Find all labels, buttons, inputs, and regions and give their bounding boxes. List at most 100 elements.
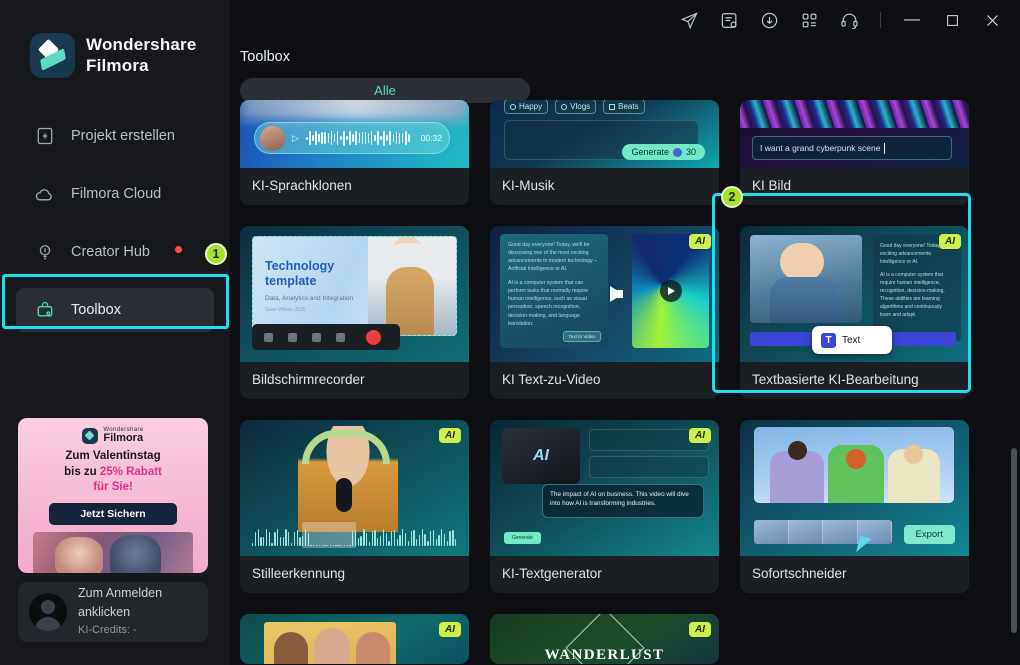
generated-video-preview [632, 234, 709, 348]
card-title: KI-Sprachklonen [252, 178, 352, 193]
card-bildschirmrecorder[interactable]: Technology template Data, Analytics and I… [240, 226, 469, 399]
play-icon: ▷ [292, 132, 299, 143]
ai-badge-icon: AI [689, 428, 711, 443]
card-sofortschneider[interactable]: Export Sofortschneider [740, 420, 969, 593]
maximize-button[interactable] [932, 4, 972, 36]
card-title: KI Bild [752, 178, 792, 193]
chip-vlogs[interactable]: Vlogs [555, 100, 597, 114]
cloud-download-icon[interactable] [749, 4, 789, 36]
script-paragraph-1: Good day everyone! Today, we'll be discu… [508, 242, 598, 273]
apps-grid-icon[interactable] [789, 4, 829, 36]
highlighted-suggestion[interactable]: The impact of AI on business. This video… [542, 484, 704, 518]
generate-label: Generate [631, 147, 669, 157]
card-thumbnail: Technology template Data, Analytics and I… [240, 226, 469, 362]
voice-player: ▷ 00:32 [254, 122, 450, 154]
sidebar-nav: Projekt erstellen Filmora Cloud Creator … [0, 114, 230, 332]
toolbox-grid-wrapper: ▷ 00:32 KI-Sprachklonen Happy Vlogs Beat… [230, 100, 1020, 665]
transcript-paragraph-2: AI is a computer system that require hum… [880, 272, 945, 318]
promo-banner[interactable]: Wondershare Filmora Zum Valentinstag bis… [18, 418, 208, 573]
card-row4-1[interactable]: AI [240, 614, 469, 664]
card-ki-bild[interactable]: I want a grand cyberpunk scene KI Bild [740, 100, 969, 205]
ai-badge-icon: AI [689, 234, 711, 249]
waveform [305, 130, 414, 146]
promo-cta-button[interactable]: Jetzt Sichern [49, 502, 177, 525]
sidebar-item-projekt-erstellen[interactable]: Projekt erstellen [16, 114, 214, 158]
ai-badge-icon: AI [689, 622, 711, 637]
sidebar-item-label: Projekt erstellen [71, 128, 175, 144]
slide-subtitle: Data, Analytics and Integration [265, 295, 354, 302]
sidebar-item-toolbox[interactable]: Toolbox [16, 288, 214, 332]
toolbox-grid: ▷ 00:32 KI-Sprachklonen Happy Vlogs Beat… [230, 100, 1020, 664]
card-row4-2[interactable]: AI WANDERLUST [490, 614, 719, 664]
sidebar-item-creator-hub[interactable]: Creator Hub [16, 230, 214, 274]
prompt-field[interactable]: I want a grand cyberpunk scene [752, 136, 952, 160]
cyberpunk-art [740, 100, 969, 128]
card-thumbnail: AI [240, 614, 469, 664]
card-thumbnail: I want a grand cyberpunk scene [740, 100, 969, 168]
chip-happy[interactable]: Happy [504, 100, 549, 114]
card-stilleerkennung[interactable]: AI Stilleerkennung [240, 420, 469, 593]
microphone-icon[interactable] [288, 332, 297, 342]
promo-line-1: Zum Valentinstag [65, 450, 161, 462]
step-badge-2: 2 [721, 186, 743, 208]
sidebar-item-label: Filmora Cloud [71, 186, 162, 202]
wanderlust-title: WANDERLUST [544, 647, 665, 663]
card-ki-sprachklonen[interactable]: ▷ 00:32 KI-Sprachklonen [240, 100, 469, 205]
toolbox-icon [34, 300, 55, 321]
recorder-controls [252, 324, 400, 350]
cursor-arrow-icon [856, 535, 872, 556]
text-tool-popup[interactable]: T Text [812, 326, 892, 354]
generate-button[interactable]: Generate [504, 532, 541, 544]
voice-duration: 00:32 [420, 133, 442, 143]
speaker-icon[interactable] [312, 332, 321, 342]
screen-icon[interactable] [264, 332, 273, 342]
filmora-logo-icon [30, 33, 75, 78]
text-to-video-button[interactable]: Text to Video [562, 331, 601, 342]
camera-icon[interactable] [336, 332, 345, 342]
headset-support-icon[interactable] [829, 4, 869, 36]
promo-logo-icon [82, 427, 99, 444]
card-ki-musik[interactable]: Happy Vlogs Beats Generate 30 KI-Musik [490, 100, 719, 205]
scrollbar-thumb[interactable] [1011, 448, 1017, 633]
send-feedback-icon[interactable] [669, 4, 709, 36]
card-textbasierte-ki-bearbeitung[interactable]: AI Good day everyone! Today, most exciti… [740, 226, 969, 399]
task-list-icon[interactable] [709, 4, 749, 36]
ai-badge-icon: AI [439, 622, 461, 637]
card-title: Sofortschneider [752, 566, 847, 581]
card-ki-text-zu-video[interactable]: AI Good day everyone! Today, we'll be di… [490, 226, 719, 399]
sidebar-item-filmora-cloud[interactable]: Filmora Cloud [16, 172, 214, 216]
promo-line-2-pre: bis zu [64, 465, 100, 478]
voice-avatar [260, 125, 285, 151]
chip-beats[interactable]: Beats [603, 100, 645, 114]
cloud-icon [34, 184, 55, 205]
main-area: — Toolbox Alle ▷ 00:32 KI-Sprachklonen H… [230, 0, 1020, 665]
script-panel: Good day everyone! Today, we'll be discu… [500, 234, 608, 348]
arrow-right-icon [610, 286, 623, 302]
card-thumbnail: AI WANDERLUST [490, 614, 719, 664]
script-paragraph-2: AI is a computer system that can perform… [508, 280, 589, 327]
slide-footnote: Sean Wilson 2025 [265, 307, 306, 313]
credit-coin-icon [672, 147, 682, 157]
video-preview [750, 235, 862, 323]
close-button[interactable] [972, 4, 1012, 36]
presenter-image [368, 237, 456, 335]
export-button[interactable]: Export [903, 525, 955, 544]
promo-line-2: bis zu 25% Rabatt [18, 465, 208, 481]
card-thumbnail: AI AI The impact of AI on business. This… [490, 420, 719, 556]
record-button[interactable] [366, 329, 381, 345]
sidebar-item-label: Creator Hub [71, 244, 150, 260]
sidebar: Wondershare Filmora Projekt erstellen Fi… [0, 0, 230, 665]
minimize-button[interactable]: — [892, 4, 932, 36]
generate-button[interactable]: Generate 30 [622, 144, 705, 160]
text-tool-label: Text [842, 334, 861, 346]
clip-preview [754, 427, 954, 503]
card-thumbnail: AI Good day everyone! Today, we'll be di… [490, 226, 719, 362]
titlebar-divider [880, 12, 881, 28]
card-ki-textgenerator[interactable]: AI AI The impact of AI on business. This… [490, 420, 719, 593]
sidebar-item-label: Toolbox [71, 302, 121, 318]
play-icon[interactable] [659, 280, 682, 302]
friends-image [264, 622, 396, 664]
account-login-card[interactable]: Zum Anmelden anklicken KI-Credits: - [18, 582, 208, 642]
card-title: Textbasierte KI-Bearbeitung [752, 372, 919, 387]
lightbulb-icon [34, 242, 55, 263]
